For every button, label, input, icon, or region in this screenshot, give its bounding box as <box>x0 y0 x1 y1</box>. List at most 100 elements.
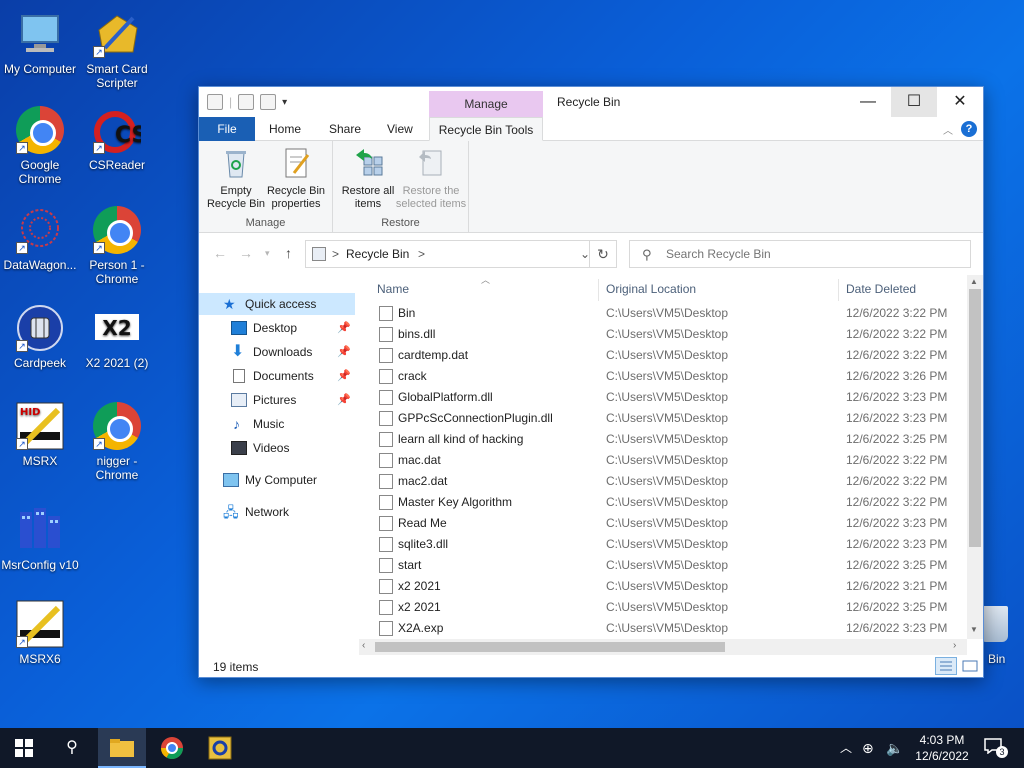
breadcrumb-separator[interactable]: > <box>418 247 425 261</box>
table-row[interactable]: GPPcScConnectionPlugin.dll C:\Users\VM5\D… <box>369 408 969 429</box>
recent-locations-chevron-icon[interactable]: ▾ <box>265 248 270 259</box>
desktop-icon-msrx6[interactable]: ↗ MSRX6 <box>0 600 80 666</box>
pin-icon[interactable]: 📌 <box>337 389 351 411</box>
up-arrow-icon[interactable]: ↑ <box>285 245 292 261</box>
scroll-right-icon[interactable]: › <box>953 640 956 651</box>
search-input[interactable] <box>666 245 956 263</box>
recycle-bin-properties-button[interactable]: Recycle Bin properties <box>265 147 327 211</box>
table-row[interactable]: start C:\Users\VM5\Desktop 12/6/2022 3:25 … <box>369 555 969 576</box>
table-row[interactable]: x2 2021 C:\Users\VM5\Desktop 12/6/2022 3:2… <box>369 597 969 618</box>
scroll-thumb[interactable] <box>375 642 725 652</box>
breadcrumb-recycle-bin[interactable]: Recycle Bin <box>346 247 409 261</box>
table-row[interactable]: cardtemp.dat C:\Users\VM5\Desktop 12/6/202… <box>369 345 969 366</box>
horizontal-scrollbar[interactable]: ‹ › <box>359 639 967 655</box>
nav-item-music[interactable]: ♪ Music <box>199 413 355 435</box>
tab-share[interactable]: Share <box>317 117 373 141</box>
desktop-icon-msrx[interactable]: HID ↗ MSRX <box>0 402 80 468</box>
column-header-date-deleted[interactable]: Date Deleted <box>846 275 916 303</box>
network-icon: 🖧 <box>223 504 239 520</box>
desktop-icon-datawagon[interactable]: ↗ DataWagon... <box>0 206 80 272</box>
empty-recycle-bin-button[interactable]: Empty Recycle Bin <box>205 147 267 211</box>
nav-item-downloads[interactable]: ⬇ Downloads 📌 <box>199 341 355 363</box>
scroll-up-icon[interactable]: ▲ <box>970 277 978 286</box>
large-icons-view-icon <box>962 660 978 672</box>
column-header-original-location[interactable]: Original Location <box>606 275 696 303</box>
restore-all-items-button[interactable]: Restore all items <box>337 147 399 211</box>
desktop-icon-google-chrome[interactable]: ↗ Google Chrome <box>0 106 80 186</box>
maximize-button[interactable]: ☐ <box>891 87 937 117</box>
nav-item-desktop[interactable]: Desktop 📌 <box>199 317 355 339</box>
table-row[interactable]: bins.dll C:\Users\VM5\Desktop 12/6/2022 3:… <box>369 324 969 345</box>
taskbar-smart-card-app[interactable] <box>196 728 244 768</box>
back-arrow-icon[interactable]: ← <box>213 245 227 261</box>
table-row[interactable]: sqlite3.dll C:\Users\VM5\Desktop 12/6/2022… <box>369 534 969 555</box>
help-icon[interactable]: ? <box>961 121 977 137</box>
table-row[interactable]: learn all kind of hacking C:\Users\VM5\De… <box>369 429 969 450</box>
desktop-icon-profile-chrome[interactable]: ↗ nigger - Chrome <box>77 402 157 482</box>
new-folder-icon[interactable] <box>260 94 277 110</box>
title-bar[interactable]: | ▾ Manage Recycle Bin — ☐ ✕ <box>199 87 983 117</box>
pin-icon[interactable]: 📌 <box>337 341 351 363</box>
large-icons-view-button[interactable] <box>959 657 981 675</box>
nav-item-quick-access[interactable]: ★ Quick access <box>199 293 355 315</box>
csreader-logo-text: CS <box>115 123 141 148</box>
tab-home[interactable]: Home <box>257 117 313 141</box>
desktop-icon-msrconfig[interactable]: MsrConfig v10 <box>0 506 80 572</box>
column-divider[interactable] <box>838 279 839 301</box>
collapse-ribbon-icon[interactable]: ︿ <box>943 122 953 137</box>
table-row[interactable]: X2A.exp C:\Users\VM5\Desktop 12/6/2022 3:2… <box>369 618 969 639</box>
desktop-icon-smart-card-scripter[interactable]: ↗ Smart Card Scripter <box>77 10 157 90</box>
nav-item-pictures[interactable]: Pictures 📌 <box>199 389 355 411</box>
table-row[interactable]: GlobalPlatform.dll C:\Users\VM5\Desktop 12… <box>369 387 969 408</box>
address-bar[interactable]: > Recycle Bin > ⌄ <box>305 240 617 268</box>
system-clock[interactable]: 4:03 PM 12/6/2022 <box>910 732 974 764</box>
file-name: x2 2021 <box>398 579 441 593</box>
taskbar-file-explorer[interactable] <box>98 728 146 768</box>
table-row[interactable]: mac2.dat C:\Users\VM5\Desktop 12/6/2022 3:… <box>369 471 969 492</box>
volume-icon[interactable]: 🔈 <box>886 728 903 768</box>
vertical-scrollbar[interactable]: ▲ ▼ <box>967 275 983 639</box>
network-tray-icon[interactable]: ⊕ <box>862 728 874 768</box>
close-button[interactable]: ✕ <box>937 87 983 117</box>
search-taskbar-button[interactable]: ⚲ <box>48 728 96 768</box>
tab-file[interactable]: File <box>199 117 255 141</box>
properties-check-icon[interactable] <box>238 94 255 110</box>
tab-view[interactable]: View <box>375 117 425 141</box>
scroll-left-icon[interactable]: ‹ <box>362 640 365 651</box>
table-row[interactable]: Read Me C:\Users\VM5\Desktop 12/6/2022 3:2… <box>369 513 969 534</box>
desktop-icon-x2-2021[interactable]: X2 X2 2021 (2) <box>77 304 157 370</box>
nav-item-my-computer[interactable]: My Computer <box>199 469 355 491</box>
desktop-icon-recycle-bin[interactable]: Bin <box>978 606 1024 666</box>
minimize-button[interactable]: — <box>845 87 891 117</box>
search-box[interactable]: ⚲ <box>629 240 971 268</box>
table-row[interactable]: Bin C:\Users\VM5\Desktop 12/6/2022 3:22 PM <box>369 303 969 324</box>
refresh-button[interactable]: ↻ <box>589 240 617 268</box>
column-header-name[interactable]: Name <box>377 275 409 303</box>
column-divider[interactable] <box>598 279 599 301</box>
table-row[interactable]: mac.dat C:\Users\VM5\Desktop 12/6/2022 3:2… <box>369 450 969 471</box>
forward-arrow-icon[interactable]: → <box>239 245 253 261</box>
scroll-thumb[interactable] <box>969 289 981 547</box>
desktop-icon-csreader[interactable]: CS ↗ CSReader <box>77 106 157 172</box>
desktop-icon-person1-chrome[interactable]: ↗ Person 1 - Chrome <box>77 206 157 286</box>
restore-selected-items-button[interactable]: Restore the selected items <box>395 147 467 211</box>
start-button[interactable] <box>0 728 48 768</box>
scroll-down-icon[interactable]: ▼ <box>970 625 978 634</box>
action-center-button[interactable]: 3 <box>984 738 1008 758</box>
desktop-icon-cardpeek[interactable]: ↗ Cardpeek <box>0 304 80 370</box>
show-hidden-icons-chevron-icon[interactable]: ︿ <box>840 728 852 768</box>
nav-item-videos[interactable]: Videos <box>199 437 355 459</box>
table-row[interactable]: Master Key Algorithm C:\Users\VM5\Desktop… <box>369 492 969 513</box>
pin-icon[interactable]: 📌 <box>337 365 351 387</box>
table-row[interactable]: crack C:\Users\VM5\Desktop 12/6/2022 3:26 … <box>369 366 969 387</box>
chrome-icon <box>161 737 183 759</box>
taskbar-chrome[interactable] <box>148 728 196 768</box>
desktop-icon-my-computer[interactable]: My Computer <box>0 10 80 76</box>
table-row[interactable]: x2 2021 C:\Users\VM5\Desktop 12/6/2022 3:2… <box>369 576 969 597</box>
pin-icon[interactable]: 📌 <box>337 317 351 339</box>
customize-toolbar-dropdown-icon[interactable]: ▾ <box>282 97 287 108</box>
details-view-button[interactable] <box>935 657 957 675</box>
nav-item-documents[interactable]: Documents 📌 <box>199 365 355 387</box>
tab-recycle-bin-tools[interactable]: Recycle Bin Tools <box>429 117 543 141</box>
nav-item-network[interactable]: 🖧 Network <box>199 501 355 523</box>
